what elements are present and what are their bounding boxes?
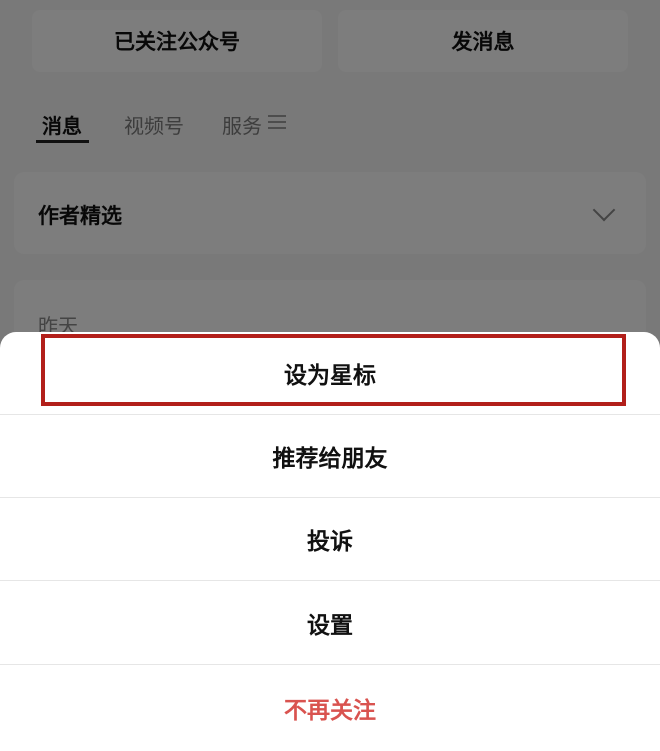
settings-button[interactable]: 设置 [0,582,660,665]
report-button[interactable]: 投诉 [0,498,660,581]
recommend-to-friend-button[interactable]: 推荐给朋友 [0,415,660,498]
set-starred-button[interactable]: 设为星标 [0,332,660,415]
unfollow-button[interactable]: 不再关注 [0,666,660,749]
action-sheet: 设为星标 推荐给朋友 投诉 设置 不再关注 [0,332,660,751]
